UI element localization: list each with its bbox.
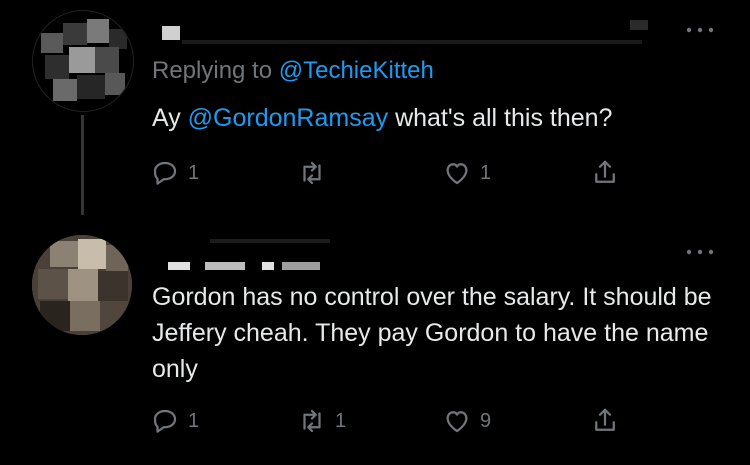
replying-to: Replying to @TechieKitteh bbox=[152, 57, 434, 85]
retweet-button[interactable] bbox=[297, 155, 335, 191]
tweet-text-prefix: Ay bbox=[152, 104, 188, 132]
more-icon[interactable] bbox=[684, 246, 716, 258]
author-handle-redacted-2 bbox=[282, 262, 320, 270]
author-name-redacted bbox=[162, 26, 180, 40]
tweet-actions: 1 1 9 bbox=[150, 403, 630, 439]
tweet-reply-1: Replying to @TechieKitteh Ay @GordonRams… bbox=[0, 0, 750, 215]
author-name-redacted bbox=[168, 262, 190, 270]
replying-to-handle-link[interactable]: @TechieKitteh bbox=[279, 57, 434, 84]
like-button[interactable]: 9 bbox=[442, 403, 491, 439]
avatar[interactable] bbox=[32, 235, 132, 335]
reply-button[interactable]: 1 bbox=[150, 155, 199, 191]
tweet-reply-2: Gordon has no control over the salary. I… bbox=[0, 215, 750, 465]
author-handle-redacted bbox=[262, 262, 274, 270]
retweet-icon bbox=[303, 409, 321, 433]
timestamp-redacted bbox=[210, 239, 330, 243]
author-handle-redacted bbox=[182, 40, 642, 44]
share-icon bbox=[595, 408, 615, 431]
retweet-button[interactable]: 1 bbox=[297, 403, 346, 439]
retweet-count: 1 bbox=[335, 409, 347, 432]
avatar[interactable] bbox=[32, 10, 134, 112]
reply-count: 1 bbox=[188, 161, 200, 184]
share-button[interactable] bbox=[590, 403, 620, 439]
tweet-text-suffix: what's all this then? bbox=[388, 104, 613, 132]
share-icon bbox=[595, 160, 615, 183]
like-count: 9 bbox=[480, 409, 492, 432]
more-icon[interactable] bbox=[684, 24, 716, 36]
author-name-redacted-2 bbox=[205, 262, 245, 270]
like-button[interactable]: 1 bbox=[442, 155, 491, 191]
reply-button[interactable]: 1 bbox=[150, 403, 199, 439]
like-icon bbox=[446, 411, 468, 433]
tweet-actions: 1 1 bbox=[150, 155, 630, 191]
like-count: 1 bbox=[480, 161, 492, 184]
reply-count: 1 bbox=[188, 409, 200, 432]
timestamp-redacted bbox=[630, 20, 648, 30]
reply-icon bbox=[153, 161, 177, 185]
replying-to-label: Replying to bbox=[152, 57, 279, 84]
like-icon bbox=[446, 163, 468, 185]
tweet-text: Gordon has no control over the salary. I… bbox=[152, 283, 712, 383]
mention-link[interactable]: @GordonRamsay bbox=[188, 104, 388, 132]
share-button[interactable] bbox=[590, 155, 620, 191]
tweet-text: Ay @GordonRamsay what's all this then? bbox=[152, 100, 612, 136]
thread-line bbox=[81, 115, 84, 215]
retweet-icon bbox=[303, 161, 321, 185]
reply-icon bbox=[153, 409, 177, 433]
